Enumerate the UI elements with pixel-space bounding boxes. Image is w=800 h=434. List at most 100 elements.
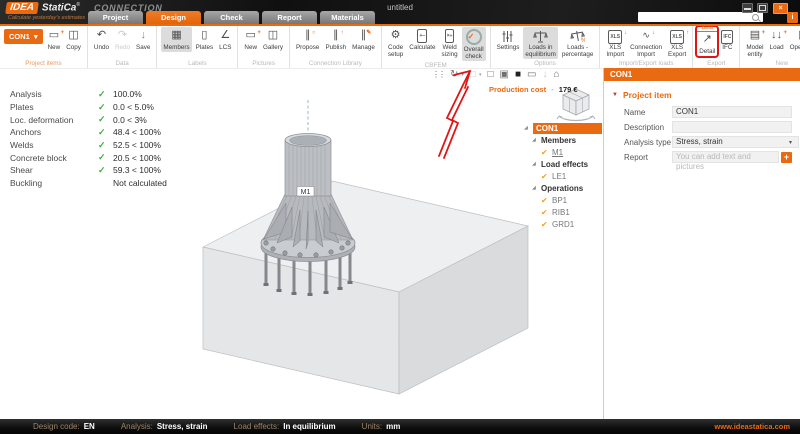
undo-button[interactable]: ↶ Undo (92, 27, 111, 52)
tree-group-members[interactable]: Members (541, 136, 576, 145)
orbit-dropdown-icon[interactable]: ▾ (461, 72, 464, 78)
result-row: Concrete block✓20.5 < 100% (10, 151, 167, 164)
check-ok-icon: ✓ (98, 152, 113, 163)
loads-in-equilibrium-toggle[interactable]: Loads in equilibrium (523, 27, 557, 59)
home-view-icon[interactable]: ⌂ (553, 69, 559, 80)
name-field[interactable] (672, 106, 792, 118)
load-icon: ↓↓+ (771, 28, 782, 43)
comment-icon[interactable]: ▭ (527, 69, 536, 80)
scales-icon (533, 30, 548, 43)
detail-export-button[interactable]: Beta ↗ Detail (697, 27, 717, 56)
tree-item-m1[interactable]: M1 (552, 148, 563, 157)
search-icon (752, 14, 759, 21)
load-button[interactable]: ↓↓+ Load (768, 27, 786, 52)
tree-item-bp1[interactable]: BP1 (552, 196, 567, 205)
lcs-toggle[interactable]: ∠ LCS (217, 27, 233, 52)
publish-icon: ∥↑ (333, 28, 339, 43)
group-import-export-loads: XLS↓ XLS Import ∿↓ Connection Import XLS… (600, 26, 693, 68)
tree-group-load-effects[interactable]: Load effects (541, 160, 588, 169)
result-row: BucklingNot calculated (10, 177, 167, 190)
new-document-icon: ▭+ (49, 28, 59, 43)
info-button[interactable]: i (787, 12, 798, 23)
propose-button[interactable]: ∥○ Propose (294, 27, 321, 52)
group-export: Beta ↗ Detail IFC IFC Export (693, 26, 740, 68)
model-viewport[interactable]: M1 (180, 85, 560, 403)
tree-item-le1[interactable]: LE1 (552, 172, 566, 181)
minimize-button[interactable] (742, 3, 753, 13)
tab-project[interactable]: Project (88, 11, 143, 24)
plates-toggle[interactable]: ▯ Plates (194, 27, 216, 52)
weld-sizing-icon: ×÷ (445, 29, 455, 43)
section-title: Project item (623, 90, 672, 100)
expander-icon[interactable]: ◢ (524, 125, 533, 131)
orbit-icon[interactable]: ↻ (450, 69, 458, 80)
group-new: ▤+ Model entity ↓↓+ Load ◪+ Operation Ne… (740, 26, 800, 68)
connection-import-button[interactable]: ∿↓ Connection Import (628, 27, 664, 59)
redo-icon: ↷ (118, 28, 127, 43)
check-ok-icon: ✓ (98, 127, 113, 138)
tree-group-operations[interactable]: Operations (541, 184, 583, 193)
manage-button[interactable]: ∥✎ Manage (350, 27, 377, 52)
member-tag[interactable]: M1 (297, 187, 314, 197)
viewport-toolbar: ⋮⋮ ↻ ▾ □ ▾ □ ▣ ■ ▭ ↓ ⌂ (432, 69, 560, 80)
group-pictures: ▭+ New ◫ Gallery Pictures (238, 26, 290, 68)
search-input[interactable] (638, 14, 752, 21)
new-picture-button[interactable]: ▭+ New (242, 27, 259, 52)
model-entity-button[interactable]: ▤+ Model entity (744, 27, 765, 59)
group-labels: ▦ Members ▯ Plates ∠ LCS Labels (157, 26, 238, 68)
concrete-block (203, 181, 528, 394)
tagline: Calculate yesterday's estimates (8, 15, 85, 21)
tab-materials[interactable]: Materials (320, 11, 375, 24)
settings-button[interactable]: Settings (495, 27, 522, 52)
tab-report[interactable]: Report (262, 11, 317, 24)
calculate-button[interactable]: +− Calculate (407, 27, 437, 52)
expander-icon[interactable]: ◢ (532, 161, 541, 167)
zoom-dropdown-icon[interactable]: ▾ (479, 72, 482, 78)
view-cube-shaded-icon[interactable]: ▣ (500, 69, 509, 80)
gallery-button[interactable]: ◫ Gallery (261, 27, 285, 52)
copy-icon: ◫ (68, 28, 78, 43)
add-report-button[interactable]: + (781, 152, 792, 163)
view-cube-outline-icon[interactable]: □ (487, 69, 493, 80)
collapse-triangle-icon[interactable]: ▼ (612, 92, 618, 98)
ifc-export-button[interactable]: IFC IFC (719, 27, 735, 52)
analysis-type-select[interactable]: Stress, strain (672, 136, 799, 148)
pointer-icon[interactable]: ⋮⋮ (432, 70, 444, 79)
publish-button[interactable]: ∥↑ Publish (323, 27, 348, 52)
sliders-icon (501, 30, 514, 43)
view-cube-solid-icon[interactable]: ■ (515, 69, 521, 80)
copy-item-button[interactable]: ◫ Copy (64, 27, 83, 52)
operation-button[interactable]: ◪+ Operation (788, 27, 800, 52)
description-field[interactable] (672, 121, 792, 133)
report-field[interactable]: You can add text and pictures (672, 151, 779, 163)
members-toggle[interactable]: ▦ Members (161, 27, 191, 52)
result-row: Analysis✓100.0% (10, 88, 167, 101)
tree-item-grd1[interactable]: GRD1 (552, 220, 574, 229)
tree-root-con1[interactable]: CON1 (533, 123, 602, 134)
tab-design[interactable]: Design (146, 11, 201, 24)
weld-sizing-button[interactable]: ×÷ Weld sizing (440, 27, 460, 59)
check-ok-icon: ✓ (98, 114, 113, 125)
tab-check[interactable]: Check (204, 11, 259, 24)
code-setup-button[interactable]: ⚙ Code setup (386, 27, 405, 59)
search-box[interactable] (638, 12, 763, 22)
gear-icon: ⚙ (391, 28, 401, 43)
xls-import-button[interactable]: XLS↓ XLS Import (604, 27, 626, 59)
save-button[interactable]: ↓ Save (134, 27, 152, 52)
close-button[interactable]: × (773, 3, 788, 14)
expander-icon[interactable]: ◢ (532, 185, 541, 191)
check-icon: ✔ (541, 220, 552, 229)
xls-export-button[interactable]: XLS↑ XLS Export (666, 27, 688, 59)
expander-icon[interactable]: ◢ (532, 137, 541, 143)
tree-item-rib1[interactable]: RIB1 (552, 208, 570, 217)
chevron-down-icon: ▾ (789, 139, 792, 146)
new-item-button[interactable]: ▭+ New (46, 27, 63, 52)
con1-dropdown-button[interactable]: CON1 ▾ (4, 29, 43, 44)
result-row: Anchors✓48.4 < 100% (10, 126, 167, 139)
loads-percentage-button[interactable]: % Loads - percentage (560, 27, 596, 59)
website-link[interactable]: www.ideastatica.com (714, 422, 790, 431)
result-row: Plates✓0.0 < 5.0% (10, 101, 167, 114)
maximize-button[interactable] (757, 3, 768, 13)
overall-check-toggle[interactable]: ✓ Overall check (462, 27, 486, 61)
propose-icon: ∥○ (305, 28, 311, 43)
